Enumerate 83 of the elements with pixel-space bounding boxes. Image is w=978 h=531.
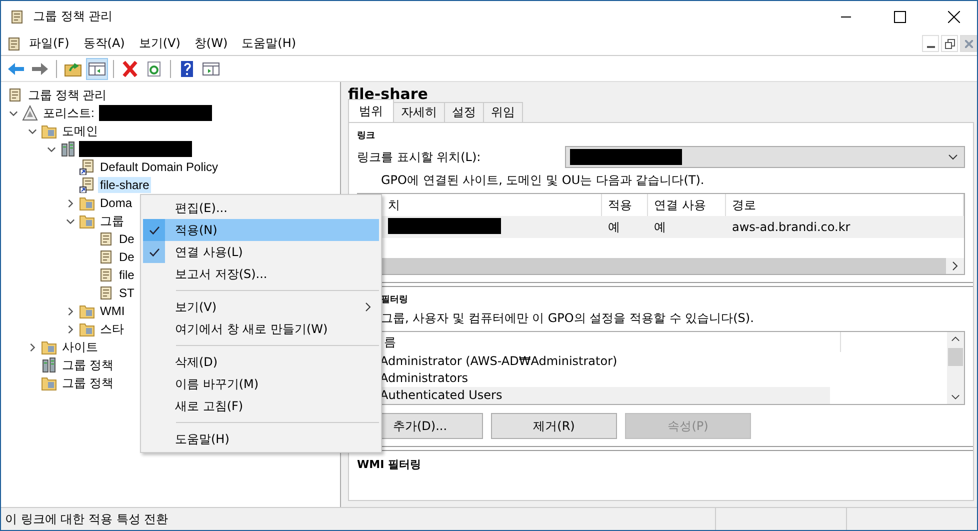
- tree-item[interactable]: file: [117, 267, 136, 283]
- tab[interactable]: 범위: [348, 99, 394, 122]
- scroll-icon: [98, 231, 114, 247]
- expand-icon[interactable]: [66, 324, 74, 334]
- console-tree-icon[interactable]: [86, 58, 108, 80]
- description-text: GPO에 연결된 사이트, 도메인 및 OU는 다음과 같습니다(T).: [380, 172, 706, 189]
- menu-item[interactable]: 도움말(H): [234, 35, 304, 52]
- section-heading: 링크: [357, 130, 376, 142]
- chevron-down-icon: [948, 154, 958, 160]
- scroll-shortcut-icon: [79, 177, 95, 193]
- tree-item[interactable]: WMI: [98, 303, 127, 319]
- vertical-scrollbar[interactable]: [947, 332, 964, 404]
- server-icon: [41, 357, 57, 373]
- menu-item[interactable]: 동작(A): [76, 35, 132, 52]
- maximize-icon[interactable]: [894, 10, 906, 22]
- field-label: 링크를 표시할 위치(L):: [357, 148, 481, 166]
- folder-icon: [41, 339, 57, 355]
- folder-icon: [41, 123, 57, 139]
- minimize-button[interactable]: [922, 35, 939, 52]
- table-cell-text: aws-ad.brandi.co.kr: [731, 220, 852, 234]
- window-title: 그룹 정책 관리: [33, 8, 113, 25]
- chevron-up-icon[interactable]: [951, 336, 960, 342]
- tree-item[interactable]: 그룹: [98, 213, 126, 229]
- scroll-icon: [9, 8, 25, 24]
- restore-button[interactable]: [941, 35, 958, 52]
- menu-item[interactable]: 연결 사용(L): [143, 241, 379, 263]
- chevron-down-icon[interactable]: [951, 394, 960, 400]
- menu-item[interactable]: 삭제(D): [143, 351, 379, 373]
- tree-item[interactable]: 사이트: [60, 339, 100, 355]
- tree-item[interactable]: 그룹 정책: [60, 357, 116, 373]
- tree-item[interactable]: Doma: [98, 195, 134, 211]
- folder-icon: [79, 303, 95, 319]
- tree-item[interactable]: De: [117, 249, 136, 265]
- scroll-icon: [98, 249, 114, 265]
- folder-icon: [79, 195, 95, 211]
- column-header[interactable]: 름: [358, 332, 841, 352]
- expand-icon[interactable]: [28, 342, 36, 352]
- tree-item[interactable]: De: [117, 231, 136, 247]
- server-icon: [60, 141, 76, 157]
- tree-item[interactable]: file-share: [98, 177, 152, 193]
- tree-item[interactable]: 도메인: [60, 123, 100, 139]
- collapse-icon[interactable]: [46, 144, 56, 154]
- tab[interactable]: 위임: [483, 102, 523, 122]
- tree-item[interactable]: ST: [117, 285, 136, 301]
- scroll-icon: [6, 36, 22, 52]
- expand-icon[interactable]: [66, 198, 74, 208]
- tree-item[interactable]: 포리스트:: [41, 105, 96, 121]
- menu-item[interactable]: 적용(N): [143, 219, 379, 241]
- folder-icon: [79, 321, 95, 337]
- restore-icon[interactable]: [944, 38, 954, 48]
- scroll-icon: [7, 87, 23, 103]
- collapse-icon[interactable]: [28, 126, 36, 136]
- collapse-icon[interactable]: [66, 216, 74, 226]
- menu-item[interactable]: 보기(V): [132, 35, 188, 52]
- tree-item[interactable]: Default Domain Policy: [98, 159, 220, 175]
- folder-icon: [79, 213, 95, 229]
- scroll-thumb[interactable]: [948, 348, 963, 366]
- menu-item[interactable]: 파일(F): [22, 35, 76, 52]
- tree-item[interactable]: 스타: [98, 321, 126, 337]
- folder-icon: [41, 375, 57, 391]
- table-cell-text: 예: [607, 218, 621, 236]
- menu-item[interactable]: 창(W): [187, 35, 235, 52]
- collapse-icon[interactable]: [8, 108, 18, 118]
- action-button[interactable]: 제거(R): [491, 413, 617, 439]
- section-heading: WMI 필터링: [357, 457, 422, 472]
- expand-icon[interactable]: [66, 306, 74, 316]
- menu-item[interactable]: 보고서 저장(S)...: [143, 263, 379, 285]
- checkmark-icon: [148, 226, 160, 234]
- scroll-icon: [98, 285, 114, 301]
- scroll-shortcut-icon: [79, 159, 95, 175]
- tree-item[interactable]: 그룹 정책: [60, 375, 116, 391]
- triangle-icon: [22, 105, 38, 121]
- status-text: 이 링크에 대한 적용 특성 전환: [5, 510, 170, 528]
- scroll-icon: [98, 267, 114, 283]
- tree-item[interactable]: 그룹 정책 관리: [26, 87, 109, 103]
- section-heading: 필터링: [380, 294, 409, 306]
- menu-item[interactable]: 보기(V): [143, 296, 379, 318]
- location-dropdown[interactable]: [565, 146, 965, 168]
- table-cell-text: 예: [653, 218, 667, 236]
- chevron-right-icon[interactable]: [952, 261, 958, 271]
- description-text: 그룹, 사용자 및 컴퓨터에만 이 GPO의 설정을 적용할 수 있습니다(S).: [380, 310, 755, 327]
- close-icon[interactable]: [948, 10, 960, 22]
- checkmark-icon: [148, 248, 160, 256]
